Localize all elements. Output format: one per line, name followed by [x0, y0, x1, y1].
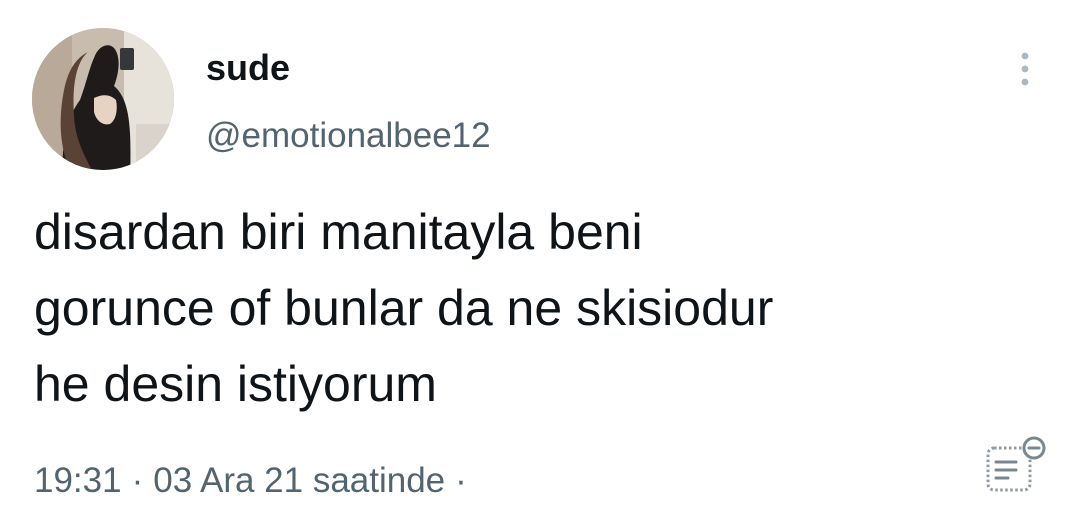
- notes-icon[interactable]: [982, 434, 1050, 500]
- tweet-card: sude @emotionalbee12 disardan biri manit…: [0, 0, 1080, 518]
- meta-separator: ·: [131, 461, 144, 500]
- tweet-date[interactable]: 03 Ara 21 saatinde: [153, 461, 445, 500]
- tweet-meta: 19:31 · 03 Ara 21 saatinde ·: [34, 457, 477, 505]
- tweet-time[interactable]: 19:31: [34, 461, 122, 500]
- tweet-text-line: disardan biri manitayla beni: [34, 204, 643, 260]
- tweet-text-line: gorunce of bunlar da ne skisiodur: [34, 280, 774, 336]
- tweet-text-line: he desin istiyorum: [34, 356, 437, 412]
- display-name[interactable]: sude: [206, 46, 290, 90]
- more-vertical-icon[interactable]: [1008, 50, 1042, 92]
- avatar[interactable]: [32, 28, 174, 170]
- profile-photo-icon: [32, 28, 174, 170]
- user-handle[interactable]: @emotionalbee12: [206, 114, 491, 158]
- tweet-text: disardan biri manitayla beni gorunce of …: [34, 194, 1044, 422]
- meta-separator-trailing: ·: [455, 461, 467, 500]
